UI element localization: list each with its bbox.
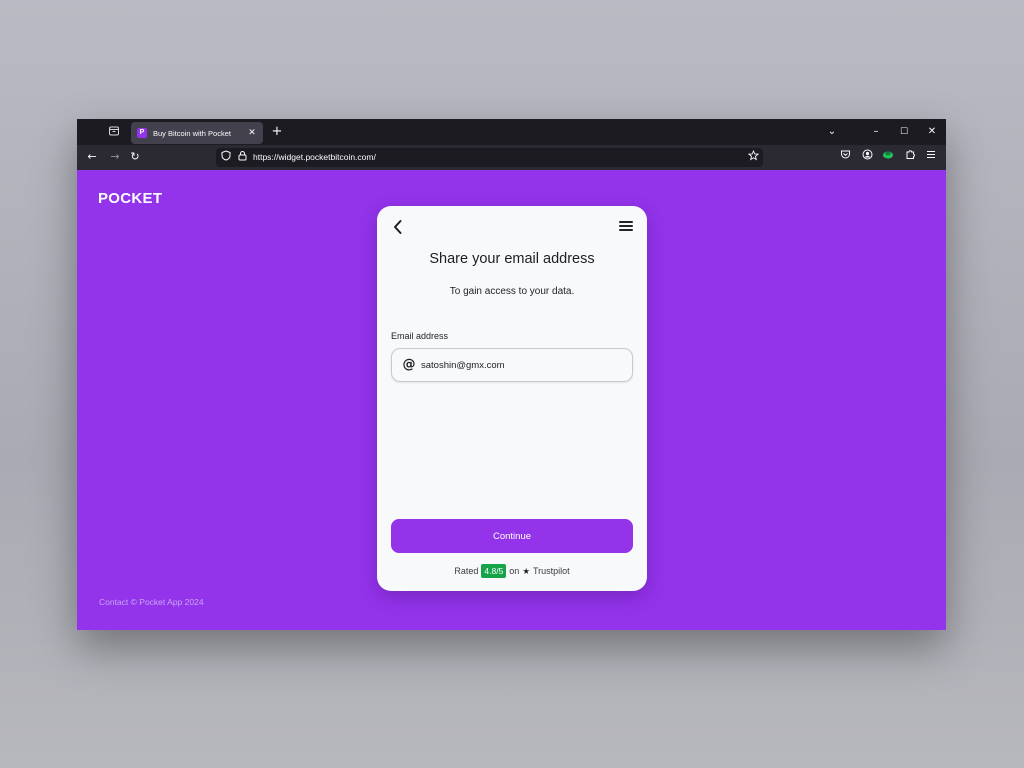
tab-buy-bitcoin[interactable]: P Buy Bitcoin with Pocket ✕: [131, 122, 263, 144]
star-icon[interactable]: [746, 149, 760, 164]
window-controls: ⌄ – ☐ ✕: [818, 119, 946, 145]
at-sign-icon: @: [402, 357, 416, 372]
list-all-tabs-icon[interactable]: ⌄: [818, 119, 846, 145]
pocket-logo[interactable]: POCKET: [98, 190, 162, 207]
trustpilot-rating[interactable]: Rated 4.8/5 on ★ Trustpilot: [377, 564, 647, 578]
page-subtitle: To gain access to your data.: [449, 286, 575, 297]
menu-line: [619, 225, 633, 227]
back-arrow-button[interactable]: [391, 218, 405, 236]
account-icon[interactable]: [859, 149, 875, 165]
lock-icon[interactable]: [235, 150, 249, 164]
rating-score-badge: 4.8/5: [481, 564, 507, 578]
extension-icon-svg: [883, 151, 893, 159]
pocket-save-icon[interactable]: [837, 149, 853, 165]
pocket-favicon-icon: P: [137, 128, 147, 138]
puzzle-icon[interactable]: [902, 149, 918, 165]
back-button[interactable]: ←: [84, 149, 100, 165]
close-window-button[interactable]: ✕: [918, 119, 946, 145]
maximize-button[interactable]: ☐: [890, 119, 918, 145]
trustpilot-star-icon: ★: [522, 565, 530, 576]
reload-button[interactable]: ↻: [127, 149, 143, 165]
url-text[interactable]: https://widget.pocketbitcoin.com/: [253, 151, 376, 164]
shield-icon-svg: [221, 150, 231, 161]
puzzle-icon-svg: [906, 150, 915, 159]
new-tab-button[interactable]: +: [270, 124, 284, 140]
tab-title: Buy Bitcoin with Pocket: [153, 128, 231, 138]
menu-button[interactable]: [619, 221, 633, 233]
minimize-button[interactable]: –: [862, 119, 890, 145]
menu-line: [619, 229, 633, 231]
tab-bar: P Buy Bitcoin with Pocket ✕ + ⌄ – ☐ ✕: [77, 119, 946, 145]
email-field-label: Email address: [391, 331, 449, 341]
rating-prefix: Rated: [454, 566, 479, 576]
page-title: Share your email address: [429, 251, 595, 267]
chevron-left-icon: [394, 220, 402, 234]
tab-list-icon-svg: [109, 126, 119, 136]
star-icon-svg: [747, 149, 759, 161]
shield-icon[interactable]: [219, 150, 233, 164]
page-content: POCKET Share your email address To gain …: [77, 170, 946, 630]
extension-icon[interactable]: [880, 149, 896, 165]
continue-button[interactable]: Continue: [391, 519, 633, 553]
hamburger-icon-svg: [927, 151, 935, 158]
url-bar[interactable]: https://widget.pocketbitcoin.com/: [216, 148, 763, 167]
browser-window: P Buy Bitcoin with Pocket ✕ + ⌄ – ☐ ✕ ← …: [77, 119, 946, 630]
navigation-toolbar: ← → ↻ https://widget.pocketbitcoin.com/: [77, 145, 946, 170]
pocket-save-icon-svg: [840, 150, 850, 159]
rating-provider: Trustpilot: [532, 566, 570, 576]
lock-icon-svg: [238, 151, 246, 161]
tab-close-icon[interactable]: ✕: [247, 128, 257, 138]
menu-line: [619, 221, 633, 223]
forward-button[interactable]: →: [107, 149, 123, 165]
email-input[interactable]: [421, 357, 621, 373]
footer-text: Contact © Pocket App 2024: [99, 597, 204, 607]
account-icon-svg: [862, 149, 872, 160]
hamburger-icon[interactable]: [923, 149, 939, 165]
rating-middle: on: [509, 566, 520, 576]
email-card: Share your email address To gain access …: [377, 206, 647, 591]
email-field[interactable]: @: [391, 348, 633, 382]
tab-list-icon[interactable]: [107, 125, 121, 139]
